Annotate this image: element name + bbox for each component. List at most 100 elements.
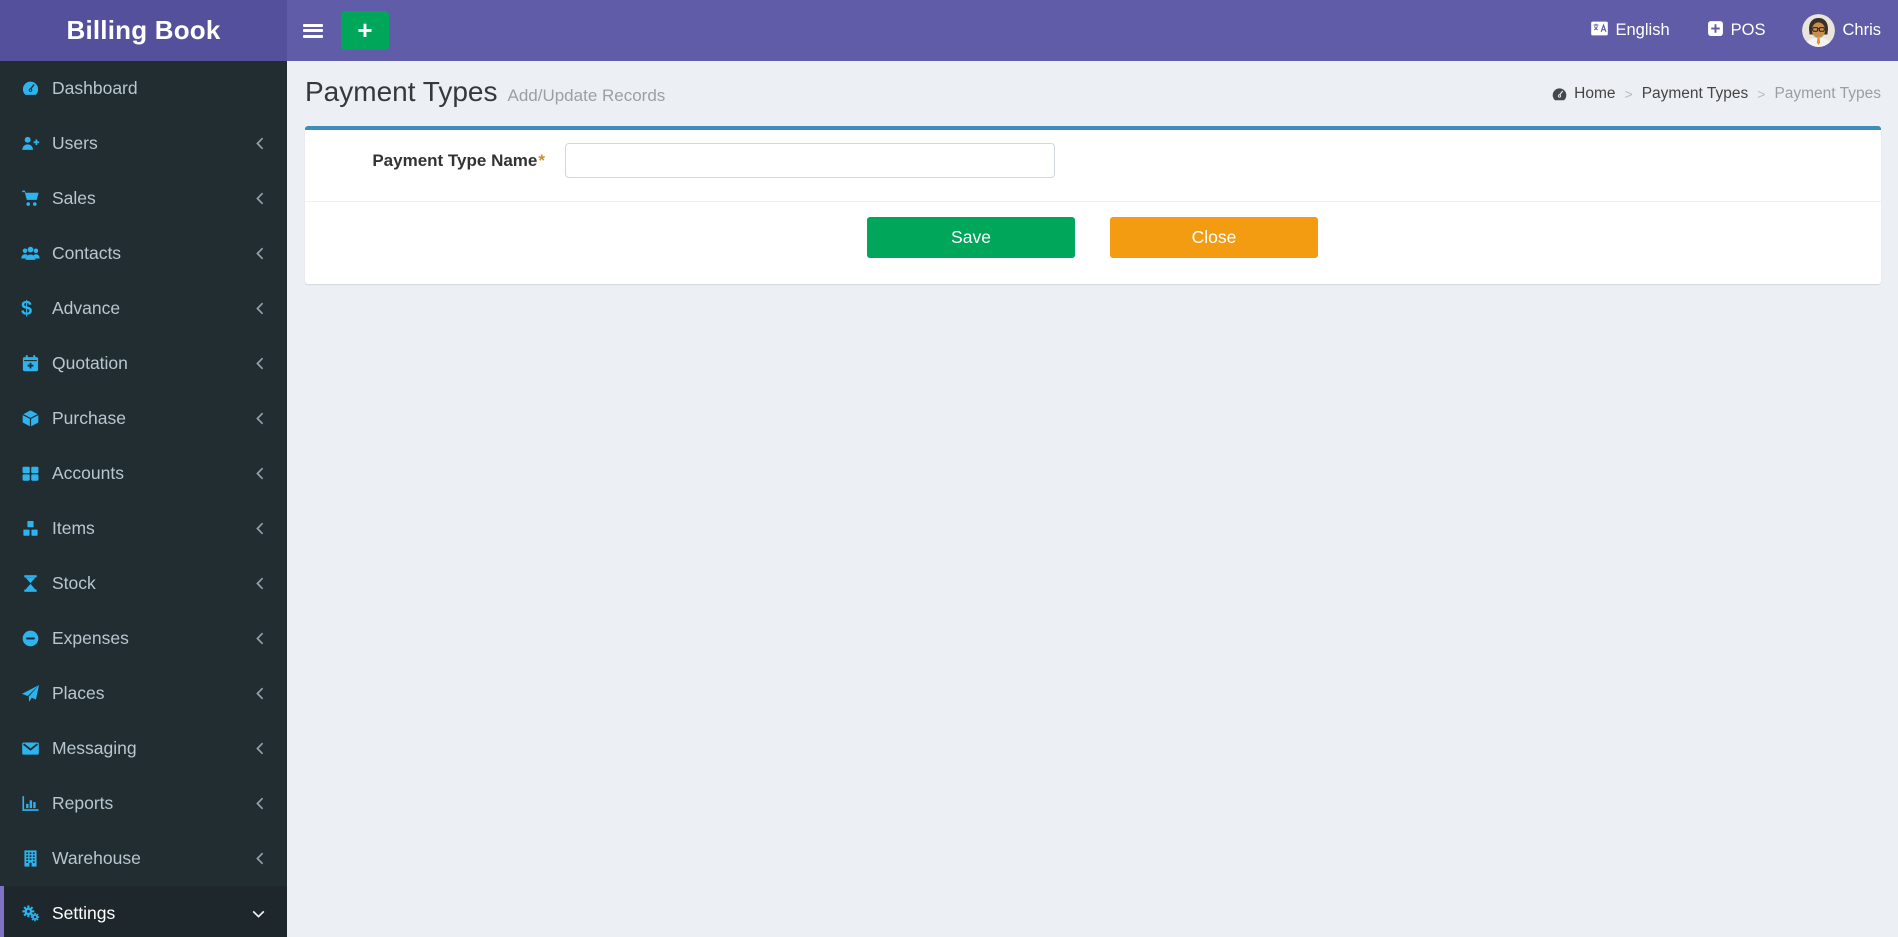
breadcrumb-section-label: Payment Types	[1641, 85, 1749, 102]
form-actions: Save Close	[305, 201, 1881, 284]
plus-square-icon	[1707, 20, 1724, 42]
sidebar-item-label: Warehouse	[52, 848, 141, 868]
cart-icon	[21, 189, 52, 208]
sidebar-item-label: Settings	[52, 903, 116, 923]
sidebar-item-dashboard[interactable]: Dashboard	[0, 61, 287, 116]
payment-type-form-card: Payment Type Name* Save Close	[305, 126, 1881, 284]
page-subtitle: Add/Update Records	[507, 86, 666, 105]
user-menu[interactable]: Chris	[1802, 0, 1881, 61]
calendar-plus-icon	[21, 354, 52, 373]
main-header: Billing Book + English POS Chris	[0, 0, 1898, 61]
sidebar-item-label: Messaging	[52, 738, 137, 758]
chevron-left-icon	[255, 302, 265, 315]
sidebar-item-label: Items	[52, 518, 95, 538]
breadcrumb-separator: >	[1624, 86, 1633, 102]
chevron-left-icon	[255, 632, 265, 645]
sidebar-item-label: Users	[52, 133, 98, 153]
sidebar-toggle-button[interactable]	[287, 0, 339, 61]
chevron-left-icon	[255, 137, 265, 150]
chevron-left-icon	[255, 467, 265, 480]
save-button[interactable]: Save	[867, 217, 1075, 258]
content: Payment Types Add/Update Records Home > P…	[287, 0, 1898, 937]
sidebar-item-label: Stock	[52, 573, 96, 593]
chevron-left-icon	[255, 247, 265, 260]
cubes-icon	[21, 519, 52, 538]
payment-type-name-input[interactable]	[565, 143, 1055, 178]
users-icon	[21, 244, 52, 263]
chevron-left-icon	[255, 687, 265, 700]
paper-plane-icon	[21, 684, 52, 703]
sidebar-item-label: Purchase	[52, 408, 126, 428]
sidebar-item-label: Sales	[52, 188, 96, 208]
sidebar-item-quotation[interactable]: Quotation	[0, 336, 287, 391]
language-menu[interactable]: English	[1590, 0, 1670, 61]
sidebar-item-advance[interactable]: $ Advance	[0, 281, 287, 336]
sidebar-item-users[interactable]: Users	[0, 116, 287, 171]
sidebar-item-contacts[interactable]: Contacts	[0, 226, 287, 281]
required-asterisk: *	[538, 150, 545, 170]
dollar-icon: $	[21, 297, 33, 320]
hamburger-icon	[303, 21, 323, 40]
pos-button[interactable]: POS	[1707, 0, 1766, 61]
sidebar-item-label: Advance	[52, 298, 121, 318]
sidebar-item-label: Reports	[52, 793, 114, 813]
app-title: Billing Book	[66, 15, 221, 45]
sidebar: Dashboard Users Sales Contacts $ Advance…	[0, 61, 287, 937]
sidebar-item-stock[interactable]: Stock	[0, 556, 287, 611]
sidebar-item-reports[interactable]: Reports	[0, 776, 287, 831]
sidebar-item-sales[interactable]: Sales	[0, 171, 287, 226]
payment-type-name-label: Payment Type Name*	[372, 150, 545, 170]
sidebar-item-places[interactable]: Places	[0, 666, 287, 721]
bar-chart-icon	[21, 794, 52, 813]
chevron-down-icon	[252, 909, 265, 919]
cube-icon	[21, 409, 52, 428]
dashboard-icon	[21, 79, 52, 98]
form-row-payment-type-name: Payment Type Name*	[305, 130, 1881, 201]
breadcrumb-home-link[interactable]: Home	[1551, 85, 1616, 103]
content-header: Payment Types Add/Update Records Home > P…	[305, 75, 1881, 113]
envelope-icon	[21, 739, 52, 758]
close-button[interactable]: Close	[1110, 217, 1318, 258]
chevron-left-icon	[255, 412, 265, 425]
minus-circle-icon	[21, 629, 52, 648]
gears-icon	[21, 904, 52, 923]
breadcrumb: Home > Payment Types > Payment Types	[1551, 85, 1881, 103]
top-navbar: + English POS Chris	[287, 0, 1898, 61]
grid-icon	[21, 464, 52, 483]
sidebar-item-items[interactable]: Items	[0, 501, 287, 556]
chevron-left-icon	[255, 797, 265, 810]
plus-icon: +	[357, 14, 373, 45]
user-plus-icon	[21, 134, 52, 153]
sidebar-item-label: Accounts	[52, 463, 124, 483]
chevron-left-icon	[255, 522, 265, 535]
breadcrumb-current: Payment Types	[1774, 85, 1881, 102]
quick-add-button[interactable]: +	[341, 11, 389, 50]
sidebar-item-label: Places	[52, 683, 105, 703]
sidebar-item-warehouse[interactable]: Warehouse	[0, 831, 287, 886]
chevron-left-icon	[255, 577, 265, 590]
sidebar-item-label: Contacts	[52, 243, 122, 263]
language-icon	[1590, 19, 1609, 43]
building-icon	[21, 849, 52, 868]
breadcrumb-section-link[interactable]: Payment Types	[1642, 85, 1749, 103]
chevron-left-icon	[255, 852, 265, 865]
navbar-right: English POS Chris	[1553, 0, 1898, 61]
chevron-left-icon	[255, 192, 265, 205]
sidebar-item-messaging[interactable]: Messaging	[0, 721, 287, 776]
user-avatar	[1802, 14, 1836, 47]
sidebar-item-accounts[interactable]: Accounts	[0, 446, 287, 501]
sidebar-item-label: Dashboard	[52, 78, 138, 98]
sidebar-item-purchase[interactable]: Purchase	[0, 391, 287, 446]
app-logo[interactable]: Billing Book	[0, 0, 287, 61]
sidebar-menu: Dashboard Users Sales Contacts $ Advance…	[0, 61, 287, 937]
chevron-left-icon	[255, 357, 265, 370]
pos-label: POS	[1730, 21, 1766, 39]
hourglass-icon	[21, 574, 52, 593]
sidebar-item-label: Quotation	[52, 353, 128, 373]
chevron-left-icon	[255, 742, 265, 755]
language-label: English	[1615, 21, 1670, 39]
sidebar-item-settings[interactable]: Settings	[0, 886, 287, 937]
sidebar-item-expenses[interactable]: Expenses	[0, 611, 287, 666]
user-name: Chris	[1842, 21, 1881, 39]
dashboard-icon	[1551, 86, 1568, 103]
